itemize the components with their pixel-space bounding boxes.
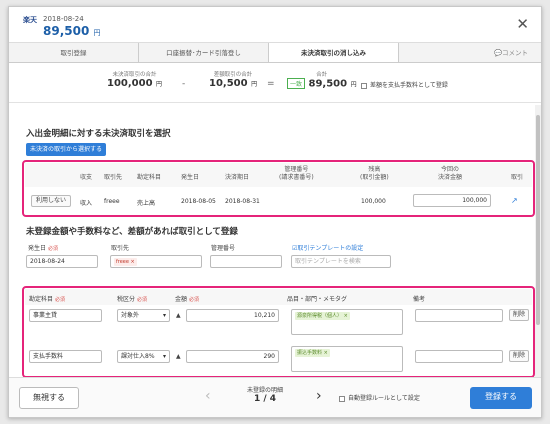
mgmt-label: 管理番号	[211, 245, 236, 252]
diff-table-header: 勘定科目 必須 税区分 必須 金額 必須 品目・部門・メモタグ 備考	[25, 289, 532, 305]
memo-field[interactable]	[415, 350, 503, 363]
equals-sign: =	[267, 79, 275, 89]
tag-field[interactable]: 源泉所得税（個人） ×	[291, 309, 403, 335]
scrollbar[interactable]	[535, 105, 541, 378]
select-unsettled-button[interactable]: 未決済の取引から選択する	[26, 143, 107, 156]
tab-bar: 取引登録 口座振替･カード引落登し 未決済取引の消し込み 💬コメント	[9, 43, 541, 63]
unsettled-total: 未決済取引の合計 100,000 円	[107, 72, 163, 89]
tab-reconcile[interactable]: 未決済取引の消し込み	[269, 43, 399, 62]
mgmt-field[interactable]	[210, 255, 282, 268]
expand-icon[interactable]: ▲	[176, 353, 181, 360]
expand-icon[interactable]: ▲	[176, 312, 181, 319]
partner-tag: freee ×	[114, 258, 137, 266]
delete-button[interactable]: 削除	[509, 350, 529, 362]
tag-field[interactable]: 振込手数料 ×	[291, 346, 403, 372]
ignore-button[interactable]: 無視する	[19, 387, 79, 409]
account-field[interactable]: 支払手数料	[29, 350, 102, 363]
prev-arrow-icon[interactable]: ‹	[205, 388, 211, 404]
date-field[interactable]: 2018-08-24	[26, 255, 98, 268]
template-search[interactable]: 取引テンプレートを検索	[291, 255, 391, 268]
tax-select[interactable]: 課対仕入8% ▾	[117, 350, 170, 363]
amount-field[interactable]: 290	[186, 350, 279, 363]
settle-amount-input[interactable]: 100,000	[413, 194, 491, 207]
bank-name: 楽天	[23, 16, 37, 24]
register-button[interactable]: 登録する	[470, 387, 532, 409]
table-row: 利用しない 収入 freee 売上高 2018-08-05 2018-08-31…	[25, 189, 532, 213]
footer-bar: 無視する ‹ 未登録の明細 1 / 4 › 自動登録ルールとして設定 登録する	[9, 377, 541, 417]
template-link[interactable]: ☑取引テンプレートの設定	[292, 243, 363, 252]
tab-register[interactable]: 取引登録	[9, 43, 139, 62]
section1-title: 入出金明細に対する未決済取引を選択	[26, 129, 171, 139]
modal-header: 楽天 2018-08-24 89,500 円 ✕	[9, 7, 541, 43]
open-icon[interactable]: ↗	[511, 196, 518, 205]
minus-sign: -	[182, 79, 186, 89]
tab-comment[interactable]: 💬コメント	[481, 43, 541, 62]
auto-rule-checkbox[interactable]: 自動登録ルールとして設定	[339, 393, 420, 402]
account-field[interactable]: 事業主貸	[29, 309, 102, 322]
delete-button[interactable]: 削除	[509, 309, 529, 321]
amount-field[interactable]: 10,210	[186, 309, 279, 322]
statement-amount: 89,500 円	[43, 24, 101, 38]
match-badge: 一致	[287, 78, 306, 89]
close-icon[interactable]: ✕	[516, 15, 529, 33]
next-arrow-icon[interactable]: ›	[316, 388, 322, 404]
memo-field[interactable]	[415, 309, 503, 322]
summary-bar: 未決済取引の合計 100,000 円 - 差額取引の合計 10,500 円 = 合計…	[9, 63, 541, 103]
section2-title: 未登録金額や手数料など、差額があれば取引として登録	[26, 227, 238, 237]
scroll-area: 入出金明細に対する未決済取引を選択 未決済の取引から選択する 収支 取引先 勘定…	[9, 105, 535, 378]
unsettled-table-header: 収支 取引先 勘定科目 発生日 決済期日 管理番号 (請求書番号) 残高 (取引…	[25, 163, 532, 187]
tax-select[interactable]: 対象外 ▾	[117, 309, 170, 322]
tab-transfer[interactable]: 口座振替･カード引落登し	[139, 43, 269, 62]
unregistered-label: 未登録の明細 1 / 4	[246, 387, 283, 404]
not-use-button[interactable]: 利用しない	[31, 195, 71, 207]
grand-total: 合計 一致 89,500 円	[287, 70, 357, 90]
fee-checkbox[interactable]: 差額を支払手数料として登録	[361, 80, 448, 89]
partner-field[interactable]: freee ×	[110, 255, 202, 268]
statement-date: 2018-08-24	[43, 15, 84, 23]
diff-total: 差額取引の合計 10,500 円	[209, 72, 258, 89]
date-label: 発生日 必須	[28, 245, 58, 252]
register-modal: 楽天 2018-08-24 89,500 円 ✕ 取引登録 口座振替･カード引落…	[8, 6, 542, 418]
partner-label: 取引先	[111, 245, 130, 252]
